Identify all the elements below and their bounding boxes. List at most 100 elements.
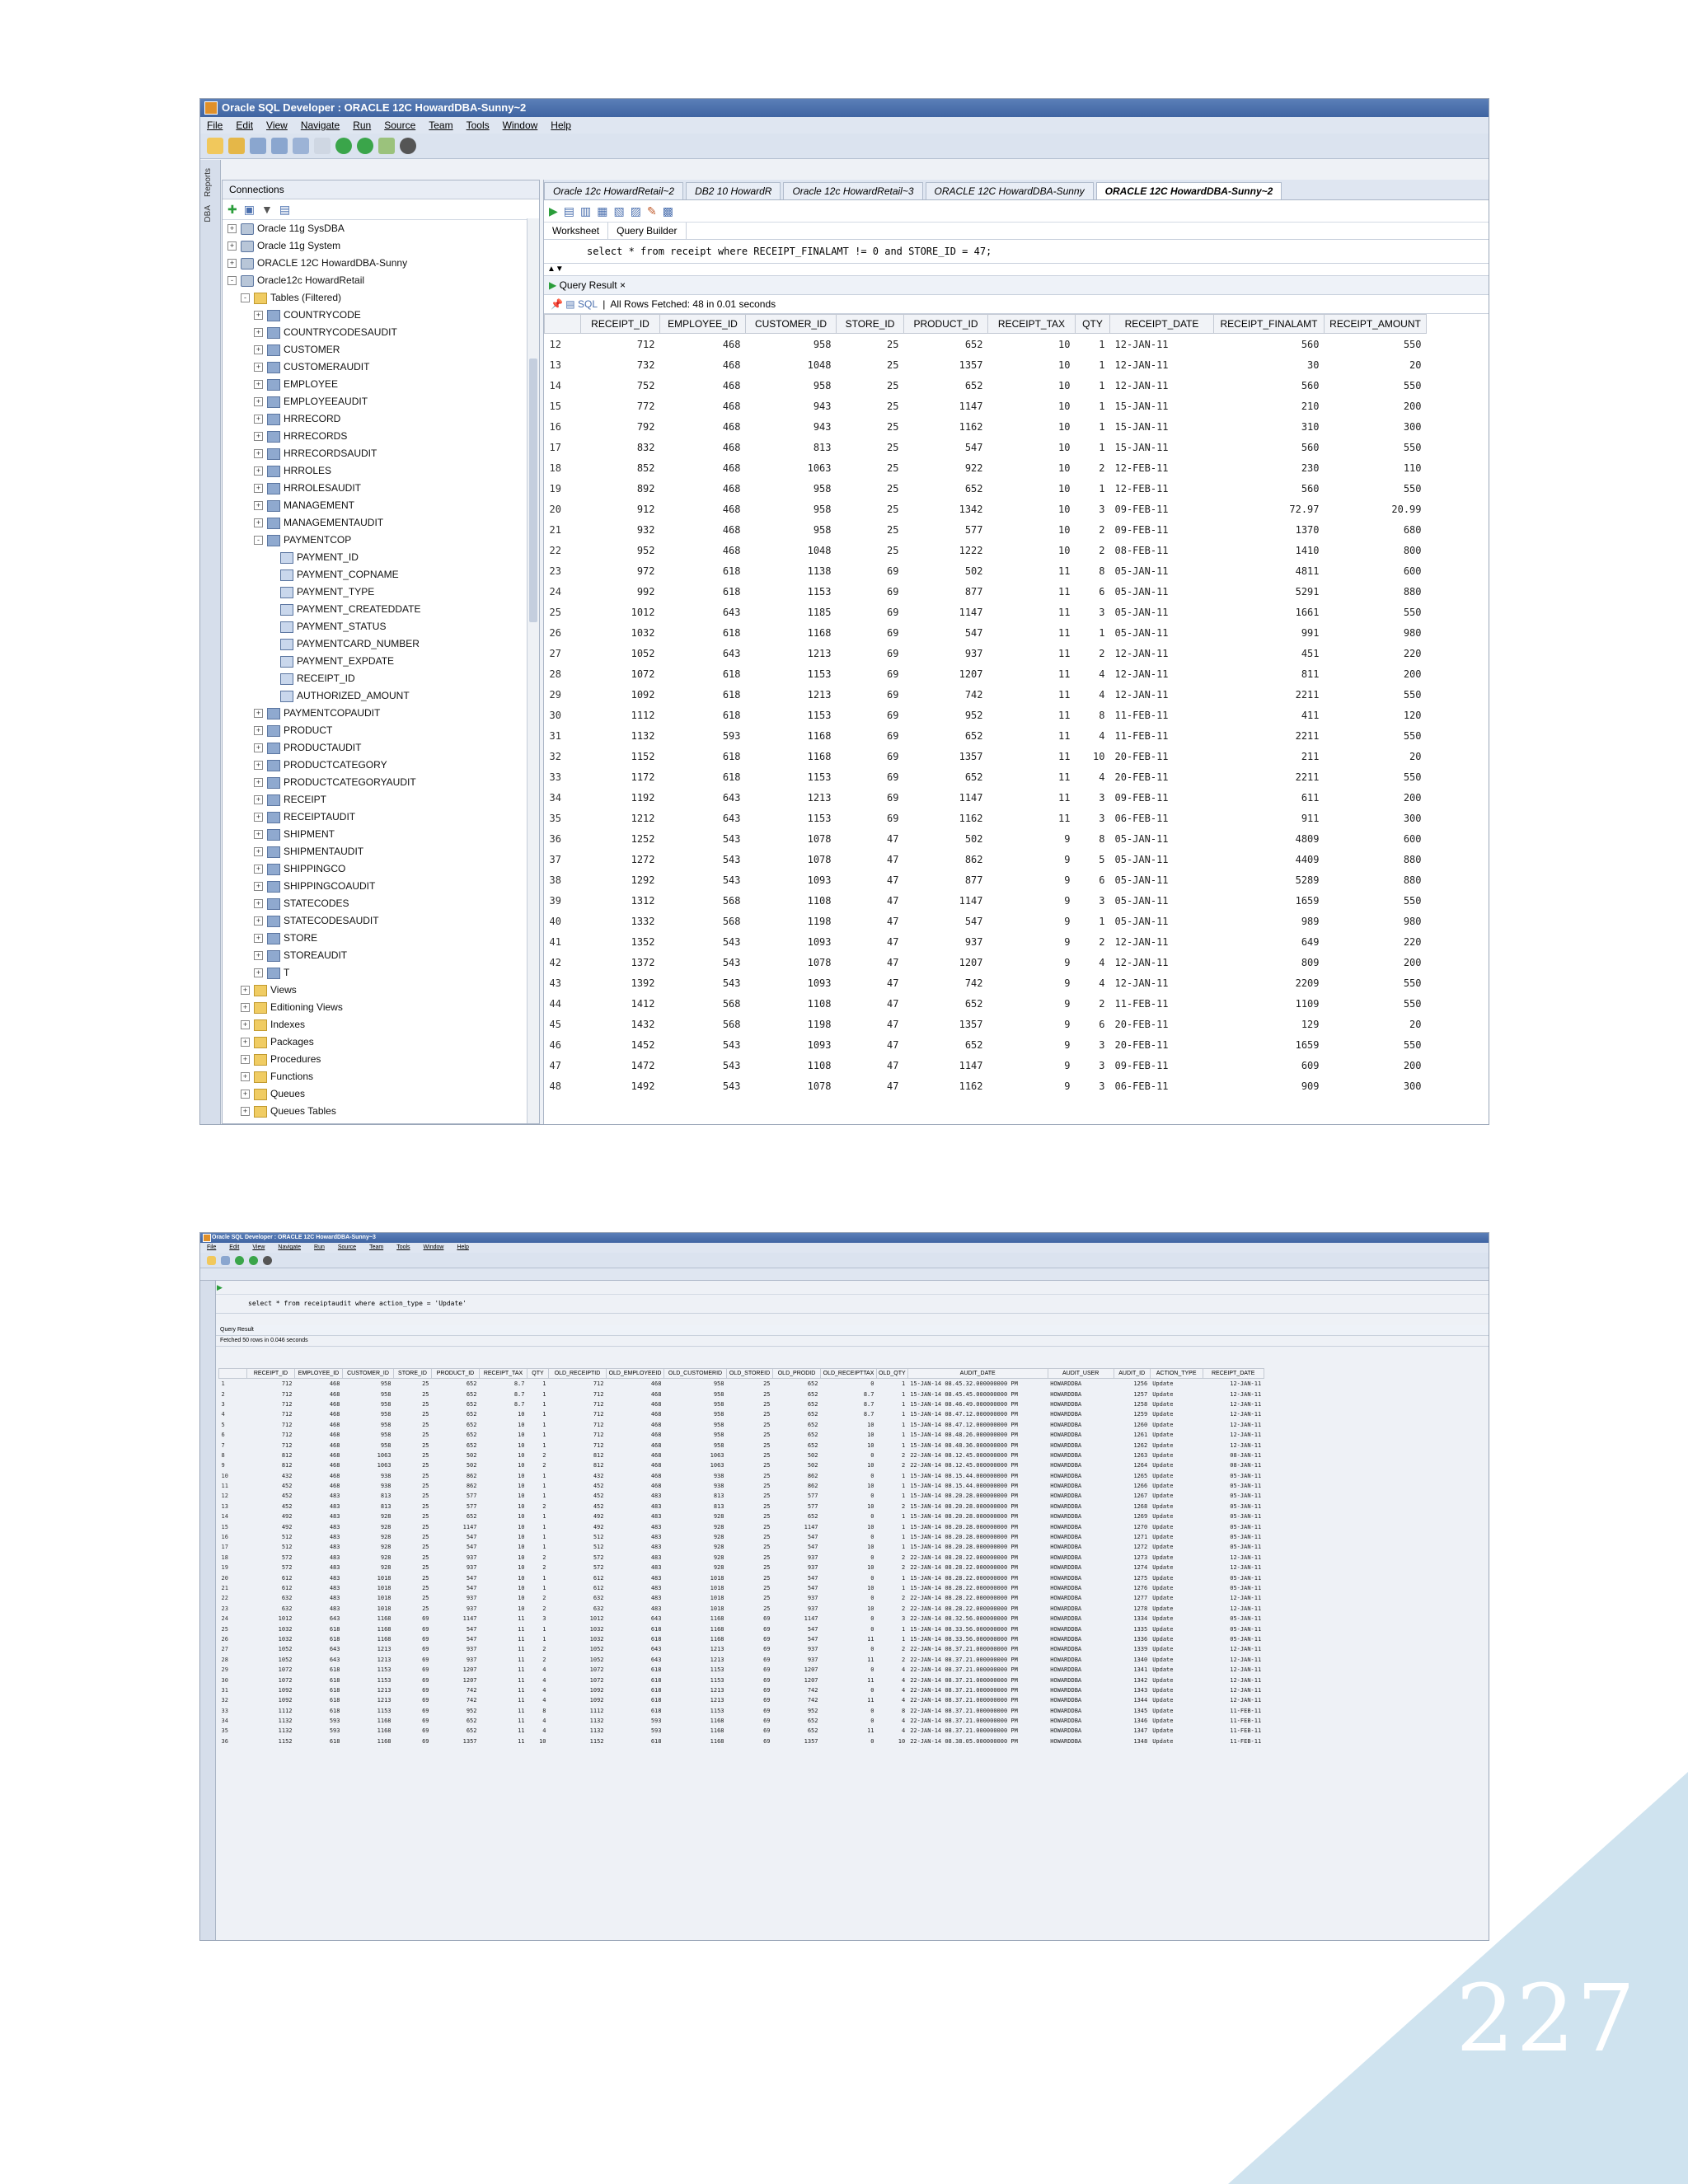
table-cell[interactable]: 25 [837, 499, 904, 519]
table-cell[interactable]: 25 [727, 1471, 773, 1481]
expand-icon[interactable]: + [241, 1107, 250, 1116]
table-cell[interactable]: 577 [773, 1491, 821, 1501]
table-row[interactable]: 29 1092 618 1213 69 742 11 4 12-JAN-11 2211 550 [545, 684, 1427, 705]
table-cell[interactable]: 20-FEB-11 [1110, 1014, 1214, 1034]
table-cell[interactable]: 618 [607, 1624, 664, 1633]
table-cell[interactable]: 1168 [664, 1736, 727, 1746]
table-cell[interactable]: 05-JAN-11 [1110, 602, 1214, 622]
table-cell[interactable]: 120 [1325, 705, 1427, 725]
table-cell[interactable]: 958 [343, 1399, 394, 1409]
splitter[interactable]: ▲▼ [544, 264, 1489, 276]
table-cell[interactable]: 0 [821, 1716, 877, 1726]
table-cell[interactable]: 742 [904, 972, 988, 993]
table-cell[interactable]: 69 [727, 1655, 773, 1665]
table-cell[interactable]: 10 [821, 1542, 877, 1552]
table-cell[interactable]: 483 [607, 1502, 664, 1511]
table-cell[interactable]: 468 [660, 354, 746, 375]
column-header[interactable]: ACTION_TYPE [1149, 1368, 1203, 1379]
table-row[interactable]: 32 1152 618 1168 69 1357 11 10 20-FEB-11 211 20 [545, 746, 1427, 766]
table-cell[interactable]: 9 [988, 1055, 1076, 1076]
table-cell[interactable]: 483 [607, 1511, 664, 1521]
table-cell[interactable]: Update [1150, 1491, 1203, 1501]
table-cell[interactable]: 742 [773, 1695, 821, 1705]
table-cell[interactable]: 69 [394, 1624, 432, 1633]
table-cell[interactable]: 12-JAN-11 [1110, 334, 1214, 355]
table-cell[interactable]: 25 [837, 540, 904, 560]
table-cell[interactable]: 12-JAN-11 [1203, 1685, 1264, 1695]
table-cell[interactable]: 15 [545, 396, 581, 416]
table-cell[interactable]: 8 [1076, 560, 1110, 581]
expand-icon[interactable]: + [254, 813, 263, 822]
table-cell[interactable]: 25 [394, 1430, 432, 1440]
table-cell[interactable]: 1 [528, 1583, 549, 1593]
tree-node[interactable]: + STORE [223, 930, 539, 947]
table-cell[interactable]: 25 [727, 1521, 773, 1531]
table-cell[interactable]: 1345 [1114, 1706, 1150, 1716]
table-cell[interactable]: Update [1150, 1614, 1203, 1624]
table-cell[interactable]: 43 [545, 972, 581, 993]
table-cell[interactable]: 1260 [1114, 1420, 1150, 1430]
table-cell[interactable]: 1192 [581, 787, 660, 808]
expand-icon[interactable]: + [254, 951, 263, 960]
table-cell[interactable]: 4 [1076, 972, 1110, 993]
table-cell[interactable]: 10 [988, 396, 1076, 416]
table-row[interactable]: 10 432 468 938 25 862 10 1 432 468 938 25 862 0 1 15-JA… [219, 1471, 1264, 1481]
table-cell[interactable]: Update [1150, 1624, 1203, 1633]
table-cell[interactable]: 8.7 [480, 1399, 528, 1409]
expand-icon[interactable]: + [227, 224, 237, 233]
table-cell[interactable]: 47 [545, 1055, 581, 1076]
table-cell[interactable]: 958 [746, 478, 837, 499]
table-cell[interactable]: 1 [877, 1481, 908, 1491]
table-cell[interactable]: 16 [219, 1532, 247, 1542]
table-cell[interactable]: HOWARDDBA [1048, 1430, 1114, 1440]
tree-node[interactable]: + HRRECORDS [223, 428, 539, 445]
table-cell[interactable]: 909 [1214, 1076, 1325, 1096]
table-cell[interactable]: HOWARDDBA [1048, 1553, 1114, 1563]
table-cell[interactable]: 618 [607, 1736, 664, 1746]
table-cell[interactable]: 18 [545, 457, 581, 478]
table-cell[interactable]: 550 [1325, 375, 1427, 396]
tree-node[interactable]: + Oracle 11g SysDBA [223, 220, 539, 237]
table-cell[interactable]: 12-JAN-11 [1110, 643, 1214, 663]
table-cell[interactable]: 10 [480, 1593, 528, 1603]
table-cell[interactable]: 593 [295, 1726, 343, 1736]
table-cell[interactable]: 4 [1076, 725, 1110, 746]
table-cell[interactable]: 1018 [664, 1583, 727, 1593]
table-cell[interactable]: 958 [664, 1399, 727, 1409]
table-cell[interactable]: 4 [528, 1685, 549, 1695]
table-cell[interactable]: 69 [837, 622, 904, 643]
expand-icon[interactable]: + [241, 986, 250, 995]
table-cell[interactable]: 812 [247, 1460, 295, 1470]
rollback-icon[interactable]: ▦ [597, 204, 607, 218]
expand-icon[interactable]: + [254, 865, 263, 874]
table-cell[interactable]: 937 [432, 1563, 480, 1572]
table-cell[interactable]: 937 [773, 1604, 821, 1614]
table-row[interactable]: 9 812 468 1063 25 502 10 2 812 468 1063 25 502 10 2 22-… [219, 1460, 1264, 1470]
table-row[interactable]: 25 1032 618 1168 69 547 11 1 1032 618 1168 69 547 0 1 1… [219, 1624, 1264, 1633]
table-row[interactable]: 15 492 483 928 25 1147 10 1 492 483 928 25 1147 10 1 15… [219, 1521, 1264, 1531]
table-cell[interactable]: 1153 [664, 1675, 727, 1685]
table-row[interactable]: 44 1412 568 1108 47 652 9 2 11-FEB-11 1109 550 [545, 993, 1427, 1014]
table-cell[interactable]: 10 [988, 457, 1076, 478]
table-cell[interactable]: 8.7 [480, 1379, 528, 1390]
table-cell[interactable]: 877 [904, 581, 988, 602]
table-cell[interactable]: 1277 [1114, 1593, 1150, 1603]
table-cell[interactable]: 10 [821, 1440, 877, 1450]
table-cell[interactable]: 10 [480, 1521, 528, 1531]
table-cell[interactable]: 28 [545, 663, 581, 684]
table-cell[interactable]: 15 [219, 1521, 247, 1531]
table-cell[interactable]: 25 [394, 1409, 432, 1419]
table-cell[interactable]: 468 [660, 519, 746, 540]
table-cell[interactable]: 1213 [343, 1644, 394, 1654]
table-cell[interactable]: 1344 [1114, 1695, 1150, 1705]
table-cell[interactable]: 1018 [664, 1572, 727, 1582]
expand-icon[interactable]: + [254, 761, 263, 770]
table-cell[interactable]: 0 [821, 1572, 877, 1582]
expand-icon[interactable]: + [254, 726, 263, 735]
table-cell[interactable]: 21 [219, 1583, 247, 1593]
expand-icon[interactable]: + [254, 709, 263, 718]
table-cell[interactable]: 1052 [247, 1655, 295, 1665]
table-cell[interactable]: 11-FEB-11 [1110, 993, 1214, 1014]
table-cell[interactable]: 69 [394, 1614, 432, 1624]
table-cell[interactable]: 2 [528, 1553, 549, 1563]
